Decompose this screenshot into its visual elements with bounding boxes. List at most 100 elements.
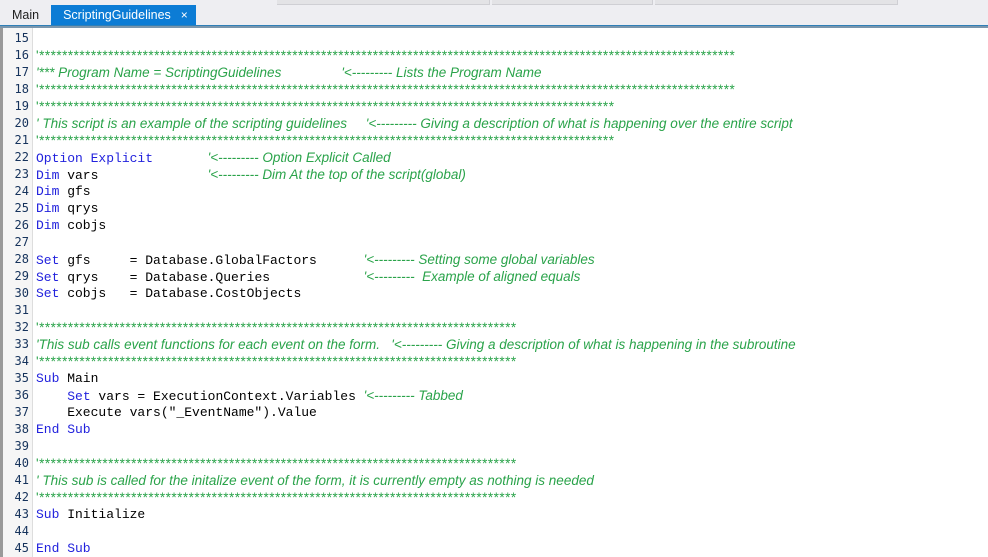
comment-divider-token: '***************************************… — [36, 133, 615, 148]
code-line[interactable]: Set qrys = Database.Queries '<--------- … — [36, 268, 988, 285]
code-line[interactable] — [36, 438, 988, 455]
line-number: 28 — [14, 252, 29, 266]
code-line[interactable]: End Sub — [36, 421, 988, 438]
tab-label: ScriptingGuidelines — [63, 8, 171, 22]
line-number: 43 — [14, 507, 29, 521]
code-line[interactable]: Sub Initialize — [36, 506, 988, 523]
keyword-token: Option Explicit — [36, 151, 154, 166]
comment-token: '<--------- Giving a description of what… — [346, 116, 793, 131]
code-token: qrys = Database.Queries — [59, 270, 364, 285]
comment-token: '<--------- Option Explicit Called — [207, 150, 391, 165]
code-line[interactable]: End Sub — [36, 540, 988, 557]
comment-token: '*** Program Name = ScriptingGuidelines — [36, 65, 282, 80]
code-line[interactable]: Set cobjs = Database.CostObjects — [36, 285, 988, 302]
comment-divider-token: '***************************************… — [36, 82, 736, 97]
code-line[interactable]: '***************************************… — [36, 132, 988, 149]
tab-label: Main — [12, 8, 40, 22]
line-number: 38 — [14, 422, 29, 436]
comment-token: 'This sub calls event functions for each… — [36, 337, 381, 352]
keyword-token: Sub — [36, 507, 60, 522]
code-line[interactable]: Option Explicit '<--------- Option Expli… — [36, 149, 988, 166]
comment-token: '<--------- Giving a description of what… — [380, 337, 796, 352]
comment-divider-token: '***************************************… — [36, 99, 615, 114]
line-number: 37 — [14, 405, 29, 419]
keyword-token: End Sub — [36, 541, 91, 556]
code-line[interactable]: Sub Main — [36, 370, 988, 387]
line-number-gutter: 15 16 17 18 19 20 21 22 23 24 25 26 27 28 29 30 31 32 33 34… — [3, 28, 33, 557]
line-number: 30 — [14, 286, 29, 300]
code-token: Execute vars("_EventName").Value — [36, 405, 317, 420]
code-line[interactable]: Execute vars("_EventName").Value — [36, 404, 988, 421]
comment-divider-token: '***************************************… — [36, 48, 736, 63]
line-number: 15 — [14, 31, 29, 45]
line-number: 21 — [14, 133, 29, 147]
code-editor[interactable]: 15 16 17 18 19 20 21 22 23 24 25 26 27 28 29 30 31 32 33 34… — [0, 28, 988, 557]
code-line[interactable]: 'This sub calls event functions for each… — [36, 336, 988, 353]
keyword-token: Set — [36, 286, 60, 301]
line-number: 22 — [14, 150, 29, 164]
keyword-token: Set — [67, 389, 91, 404]
line-number: 41 — [14, 473, 29, 487]
comment-divider-token: '***************************************… — [36, 490, 517, 505]
code-line[interactable]: '***************************************… — [36, 319, 988, 336]
code-line[interactable]: ' This sub is called for the initalize e… — [36, 472, 988, 489]
line-number: 24 — [14, 184, 29, 198]
code-text-area[interactable]: '***************************************… — [33, 28, 988, 557]
code-line[interactable]: '***************************************… — [36, 98, 988, 115]
comment-divider-token: '***************************************… — [36, 456, 517, 471]
line-number: 45 — [14, 541, 29, 555]
code-line[interactable] — [36, 523, 988, 540]
code-token: qrys — [59, 201, 99, 216]
code-line[interactable]: ' This script is an example of the scrip… — [36, 115, 988, 132]
line-number: 17 — [14, 65, 29, 79]
code-line[interactable]: Dim gfs — [36, 183, 988, 200]
code-token: gfs — [59, 184, 91, 199]
tab-main[interactable]: Main — [0, 5, 51, 25]
line-number: 25 — [14, 201, 29, 215]
close-icon[interactable]: × — [179, 9, 190, 21]
line-number: 27 — [14, 235, 29, 249]
code-line[interactable]: '***************************************… — [36, 489, 988, 506]
code-token: gfs = Database.GlobalFactors — [59, 253, 364, 268]
code-line[interactable]: Dim vars '<--------- Dim At the top of t… — [36, 166, 988, 183]
code-token: Main — [59, 371, 99, 386]
keyword-token: Dim — [36, 218, 60, 233]
line-number: 35 — [14, 371, 29, 385]
keyword-token: Sub — [36, 371, 60, 386]
comment-token: '<--------- Tabbed — [363, 388, 463, 403]
tab-scriptingguidelines[interactable]: ScriptingGuidelines × — [51, 5, 196, 25]
line-number: 26 — [14, 218, 29, 232]
code-line[interactable]: '*** Program Name = ScriptingGuidelines … — [36, 64, 988, 81]
code-line[interactable]: '***************************************… — [36, 81, 988, 98]
code-line[interactable]: '***************************************… — [36, 455, 988, 472]
line-number: 23 — [14, 167, 29, 181]
code-line[interactable]: Dim qrys — [36, 200, 988, 217]
keyword-token: Dim — [36, 184, 60, 199]
line-number: 36 — [14, 388, 29, 402]
code-token: cobjs = Database.CostObjects — [59, 286, 302, 301]
line-number: 34 — [14, 354, 29, 368]
comment-token: '<--------- Setting some global variable… — [363, 252, 595, 267]
code-line[interactable]: Set gfs = Database.GlobalFactors '<-----… — [36, 251, 988, 268]
code-line[interactable] — [36, 302, 988, 319]
comment-token: '<--------- Dim At the top of the script… — [207, 167, 466, 182]
code-token: cobjs — [59, 218, 107, 233]
code-line[interactable]: Set vars = ExecutionContext.Variables '<… — [36, 387, 988, 404]
line-number: 42 — [14, 490, 29, 504]
comment-divider-token: '***************************************… — [36, 320, 517, 335]
code-line[interactable] — [36, 234, 988, 251]
keyword-token: Set — [36, 253, 60, 268]
code-line[interactable] — [36, 30, 988, 47]
line-number: 20 — [14, 116, 29, 130]
line-number: 18 — [14, 82, 29, 96]
comment-token: '<--------- Example of aligned equals — [363, 269, 581, 284]
line-number: 32 — [14, 320, 29, 334]
code-line[interactable]: '***************************************… — [36, 47, 988, 64]
line-number: 39 — [14, 439, 29, 453]
code-line[interactable]: Dim cobjs — [36, 217, 988, 234]
keyword-token: Dim — [36, 201, 60, 216]
line-number: 44 — [14, 524, 29, 538]
line-number: 40 — [14, 456, 29, 470]
code-line[interactable]: '***************************************… — [36, 353, 988, 370]
